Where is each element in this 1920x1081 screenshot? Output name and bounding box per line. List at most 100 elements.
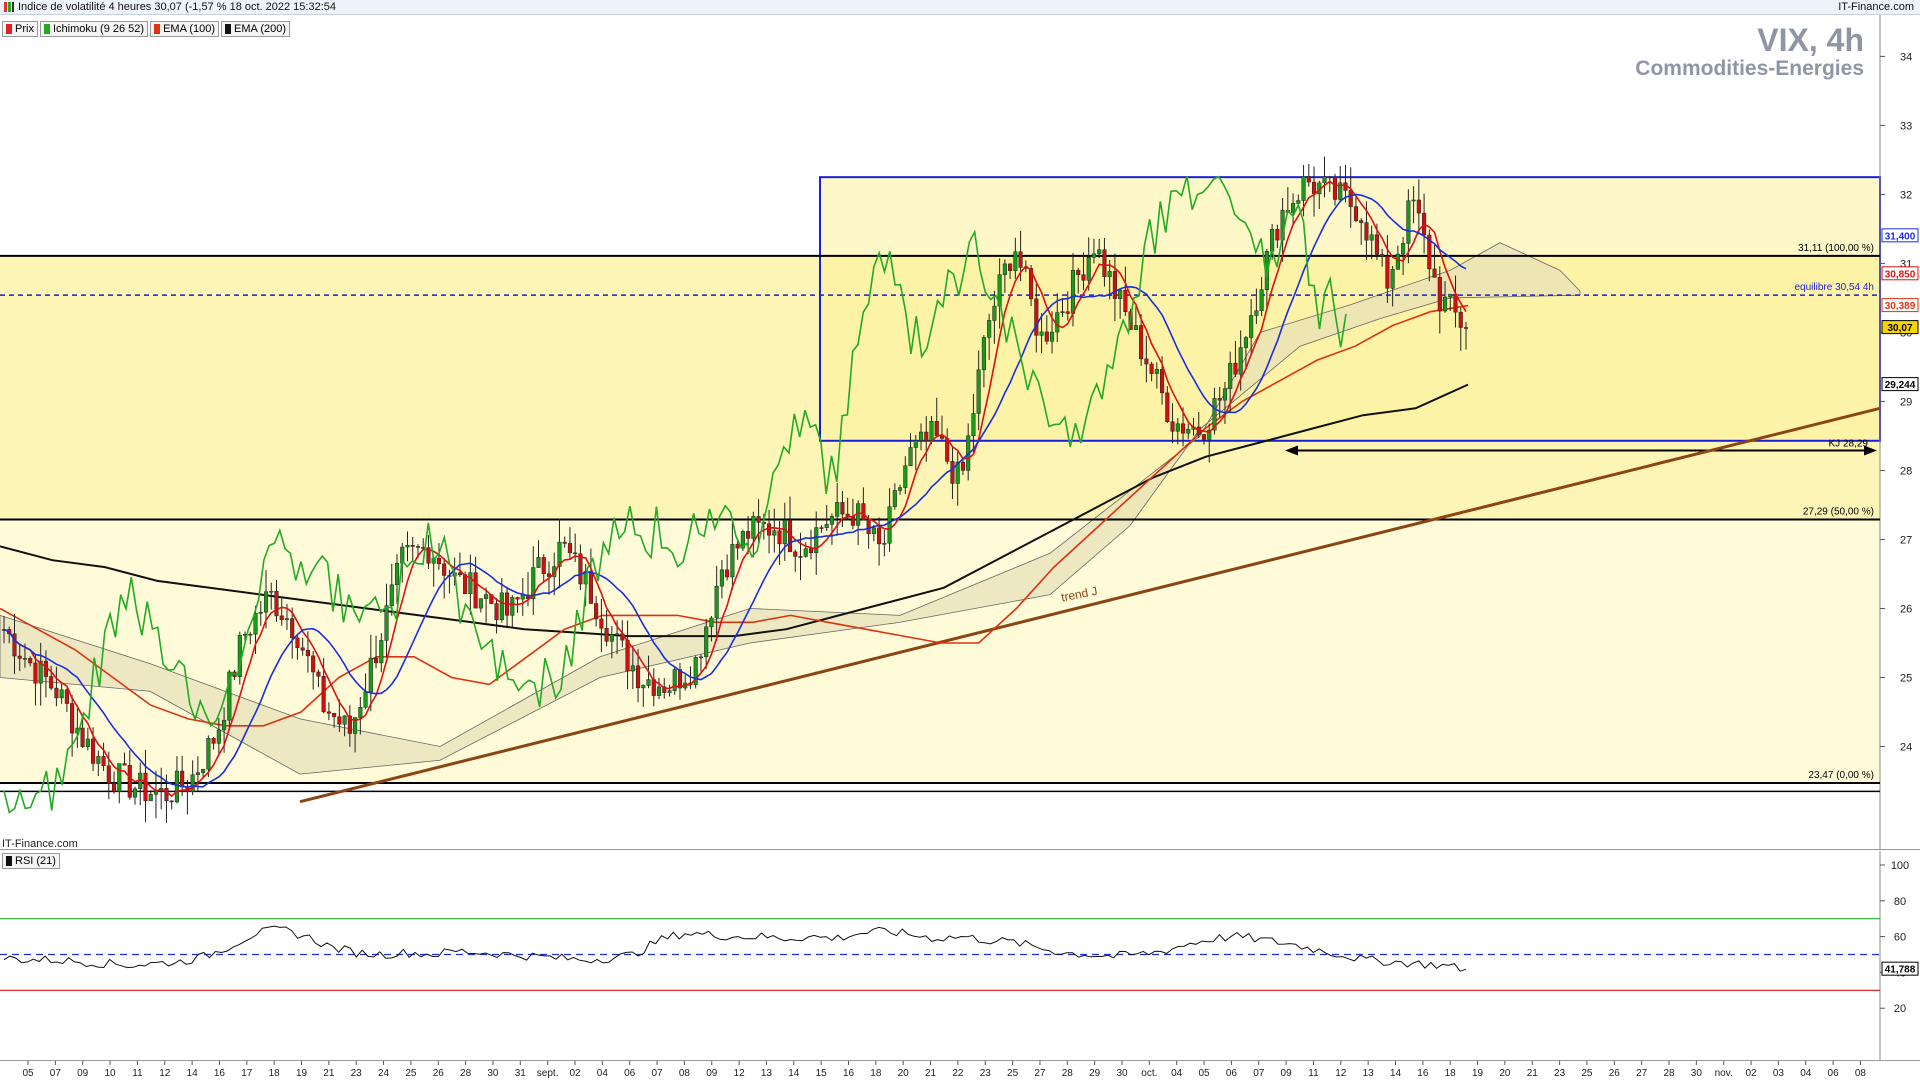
candle-body (358, 707, 363, 718)
candle-body (222, 719, 227, 731)
symbol-name: VIX, 4h (1757, 22, 1864, 58)
candle-body (924, 431, 929, 441)
candle-body (908, 447, 913, 466)
candle-body (1180, 423, 1186, 434)
rsi-panel[interactable]: 2040608010041,788 (0, 851, 1920, 1060)
candle-body (28, 658, 33, 664)
candle-body (730, 544, 735, 578)
y-tick-label: 33 (1900, 120, 1912, 132)
candle-body (887, 506, 892, 544)
x-tick-label: 13 (1363, 1068, 1375, 1079)
candle-body (782, 519, 787, 545)
x-tick-label: 09 (77, 1068, 89, 1079)
candle-body (1311, 181, 1317, 195)
candle-body (326, 711, 331, 714)
x-tick-label: 14 (187, 1068, 199, 1079)
x-tick-label: 10 (104, 1068, 116, 1079)
candle-body (1249, 315, 1254, 338)
candle-body (91, 738, 96, 764)
x-tick-label: 04 (1171, 1068, 1183, 1079)
x-tick-label: 16 (1417, 1068, 1429, 1079)
candle-body (1401, 243, 1406, 255)
candle-body (604, 628, 609, 642)
candle-body (1170, 421, 1175, 432)
candle-body (950, 461, 955, 484)
candle-body (1060, 311, 1065, 313)
candle-body (1374, 234, 1379, 255)
candle-body (332, 713, 337, 718)
x-tick-label: 04 (597, 1068, 609, 1079)
x-tick-label: 02 (569, 1068, 581, 1079)
candle-body (1364, 222, 1369, 241)
candle-body (824, 524, 829, 528)
candle-body (195, 772, 200, 775)
candle-body (1118, 289, 1123, 299)
candle-body (735, 544, 740, 549)
x-tick-label: 07 (651, 1068, 663, 1079)
x-tick-label: 04 (1800, 1068, 1812, 1079)
candle-body (1013, 251, 1018, 271)
candle-body (405, 545, 410, 548)
x-tick-label: 29 (1089, 1068, 1101, 1079)
candle-body (457, 572, 462, 576)
candle-body (1322, 176, 1327, 184)
candle-body (520, 594, 525, 600)
candle-body (976, 369, 981, 414)
candle-body (1133, 325, 1138, 330)
candle-body (180, 770, 185, 788)
candle-body (588, 571, 593, 604)
x-tick-label: 23 (351, 1068, 363, 1079)
candle-body (463, 574, 468, 594)
x-tick-label: 14 (788, 1068, 800, 1079)
candle-body (290, 618, 295, 639)
x-tick-label: nov. (1715, 1068, 1733, 1079)
candle-body (80, 727, 85, 747)
candle-body (1149, 363, 1154, 374)
watermark: IT-Finance.com (2, 838, 78, 850)
candle-body (992, 305, 997, 321)
candle-body (609, 634, 614, 642)
x-tick-label: 19 (1472, 1068, 1484, 1079)
candle-body (85, 738, 90, 747)
candle-body (960, 461, 965, 471)
price-chart[interactable]: 242526272829303132333431,11 (100,00 %)27… (0, 15, 1920, 850)
candle-body (374, 657, 379, 664)
price-tag-label: 29,244 (1885, 380, 1916, 391)
x-tick-label: 18 (1445, 1068, 1457, 1079)
retracement-level-label: 23,47 (0,00 %) (1808, 770, 1874, 781)
candle-body (1039, 331, 1044, 336)
candle-body (594, 603, 599, 620)
candle-body (567, 543, 572, 554)
x-tick-label: 26 (1609, 1068, 1621, 1079)
candle-body (641, 685, 646, 689)
candle-body (1049, 331, 1055, 342)
x-tick-label: 03 (1773, 1068, 1785, 1079)
source-link[interactable]: IT-Finance.com (1838, 1, 1914, 13)
candle-body (368, 657, 373, 693)
candle-body (1380, 254, 1385, 257)
candle-body (22, 658, 28, 660)
candle-body (1259, 289, 1264, 311)
candle-body (510, 597, 515, 616)
candle-body (1154, 369, 1159, 374)
candle-body (1301, 176, 1306, 201)
candle-body (751, 516, 756, 539)
candle-body (1238, 347, 1243, 375)
candle-body (1233, 362, 1238, 375)
y-tick-label: 28 (1900, 465, 1912, 477)
candle-body (1065, 311, 1070, 314)
candle-body (1463, 327, 1469, 329)
x-tick-label: 12 (159, 1068, 171, 1079)
x-axis: 05 07 09 10 11 12 14 16 17 18 19 21 23 24 25 26 28 30 31 se… (0, 1060, 1920, 1079)
x-tick-label: 14 (1390, 1068, 1402, 1079)
candle-body (882, 543, 887, 545)
candle-body (981, 337, 986, 371)
candle-body (725, 569, 730, 578)
candle-body (1243, 337, 1248, 348)
candle-body (384, 605, 389, 641)
candle-body (442, 563, 447, 576)
x-tick-label: 18 (870, 1068, 882, 1079)
y-tick-label: 27 (1900, 534, 1912, 546)
candle-body (169, 800, 174, 803)
x-tick-label: 21 (925, 1068, 937, 1079)
